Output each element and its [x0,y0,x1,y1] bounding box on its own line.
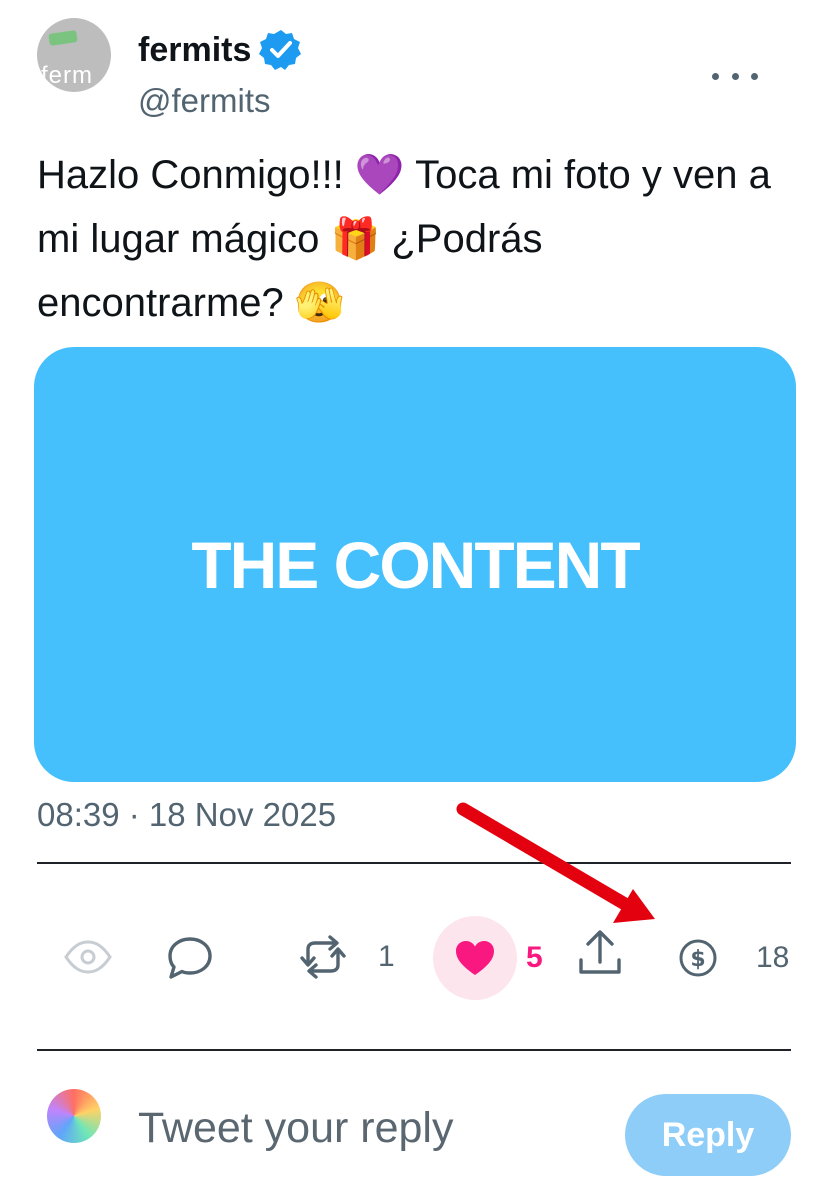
tweet-media[interactable]: THE CONTENT [34,347,796,782]
retweet-icon [300,935,346,979]
more-dot-icon [731,72,739,80]
reply-action-button[interactable] [166,935,214,981]
author-avatar[interactable]: ferm [37,18,111,92]
heart-icon [456,941,494,975]
speech-bubble-icon [168,937,212,979]
tweet-text: Hazlo Conmigo!!! 💜 Toca mi foto y ven a … [37,153,771,325]
verified-badge-icon [259,30,302,70]
more-options-button[interactable] [712,60,758,92]
share-button[interactable] [577,928,623,978]
share-upload-icon [579,930,621,974]
like-count: 5 [526,941,543,974]
tip-count: 18 [756,941,790,974]
tweet-timestamp[interactable]: 08:39 · 18 Nov 2025 [37,796,336,834]
media-caption: THE CONTENT [191,527,640,602]
eye-icon [64,940,112,974]
more-dot-icon [751,72,758,80]
avatar-image-detail [48,30,78,46]
like-button[interactable] [433,916,517,1000]
current-user-avatar [47,1089,101,1143]
more-dot-icon [712,72,719,80]
divider [37,862,791,864]
divider [37,1049,791,1051]
dollar-circle-icon: $ [679,939,717,977]
tip-button[interactable]: $ 18 [678,938,789,978]
retweet-count: 1 [378,940,395,973]
red-arrow-annotation-icon [456,802,655,923]
author-handle[interactable]: @fermits [138,82,271,120]
author-name[interactable]: fermits [138,31,251,70]
reply-input[interactable] [138,1100,598,1156]
retweet-button[interactable]: 1 [296,932,395,982]
tweet-detail: ferm fermits @fermits Hazlo Conmigo!!! 💜… [0,0,827,1200]
svg-text:$: $ [690,947,705,972]
views-button[interactable] [63,935,113,979]
avatar-text: ferm [41,62,93,89]
author-name-row: fermits [138,28,303,72]
reply-submit-button[interactable]: Reply [625,1094,791,1176]
